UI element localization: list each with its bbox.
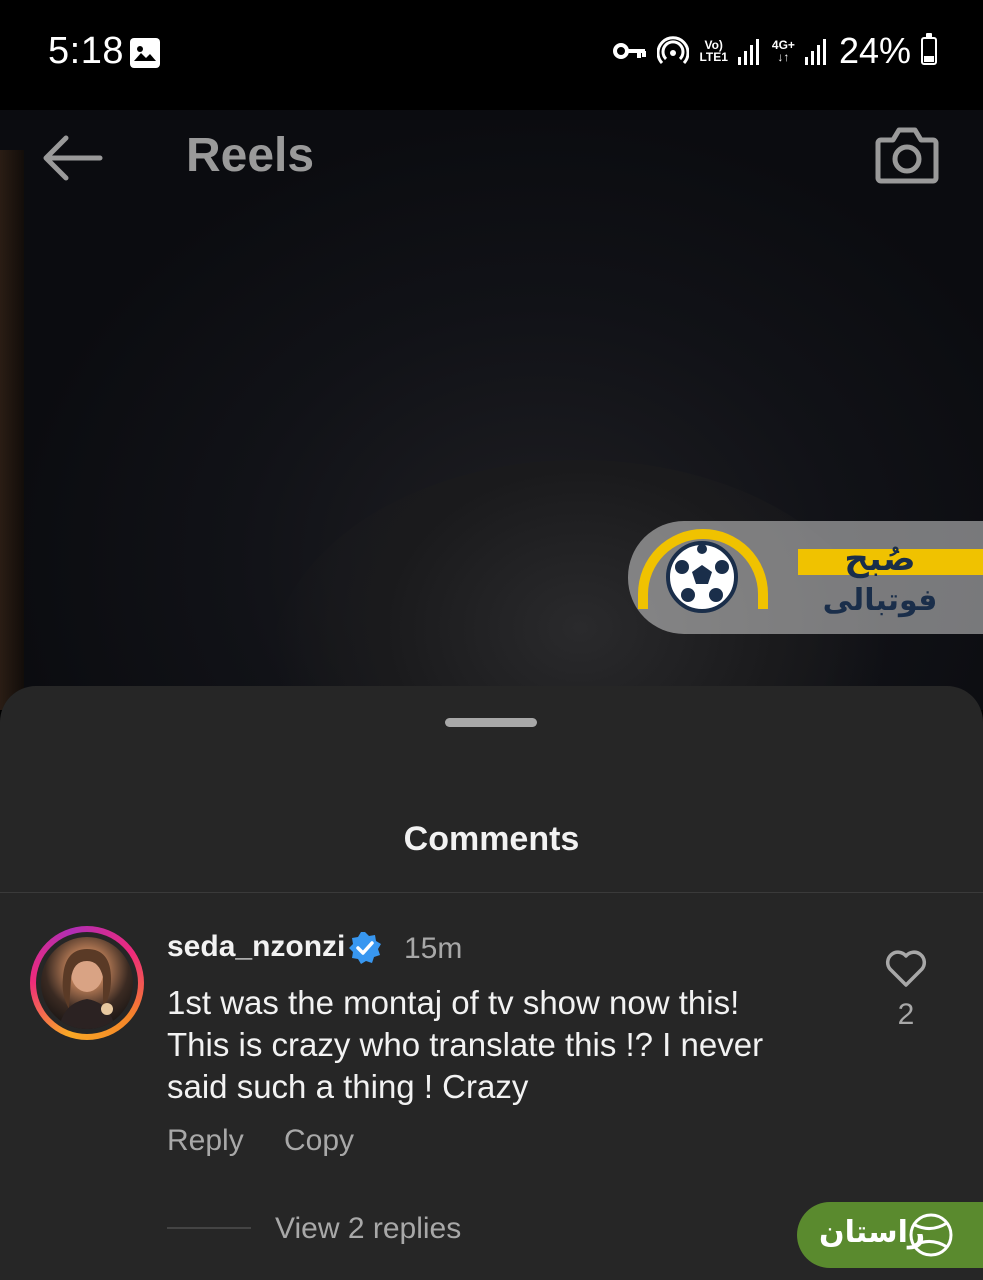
camera-button[interactable] (875, 124, 939, 184)
comment-line-3: said such a thing ! Crazy (167, 1068, 529, 1105)
reply-button[interactable]: Reply (167, 1124, 244, 1158)
comment-line-2: This is crazy who translate this !? I ne… (167, 1026, 764, 1063)
lte-label: Vo) LTE1 (699, 39, 727, 63)
channel-watermark: صُبح فوتبالی (628, 521, 983, 634)
battery-icon (921, 33, 937, 65)
back-button[interactable] (40, 134, 104, 182)
4g-label: 4G+ ↓↑ (772, 39, 795, 63)
signal-icon-2 (804, 39, 826, 65)
avatar[interactable] (30, 926, 144, 1040)
like-count: 2 (897, 998, 915, 1031)
page-title: Reels (186, 129, 315, 182)
replies-divider (167, 1227, 251, 1229)
4g-label-bottom: ↓↑ (777, 50, 790, 64)
battery-percent: 24% (838, 30, 911, 71)
key-icon (613, 43, 647, 59)
comment-time: 15m (404, 932, 463, 965)
drag-handle[interactable] (445, 718, 537, 727)
corner-watermark: راستان (797, 1202, 983, 1268)
soccer-ball-icon (666, 541, 738, 613)
sheet-title: Comments (403, 820, 580, 858)
watermark-line1: صُبح (844, 540, 916, 578)
hotspot-icon (657, 36, 690, 65)
status-icons: Vo) LTE1 4G+ ↓↑ 24% (613, 30, 937, 72)
tennis-ball-icon (909, 1213, 953, 1257)
comment-line-1: 1st was the montaj of tv show now this! (167, 984, 740, 1021)
copy-button[interactable]: Copy (284, 1124, 354, 1158)
comment-username[interactable]: seda_nzonzi (167, 930, 345, 964)
comment-text: 1st was the montaj of tv show now this! … (167, 982, 847, 1108)
back-arrow-icon (43, 135, 103, 181)
video-left-edge (0, 150, 24, 710)
image-icon (130, 38, 160, 68)
heart-icon[interactable] (884, 948, 928, 988)
view-replies-button[interactable]: View 2 replies (275, 1212, 461, 1246)
lte-label-bottom: LTE1 (699, 50, 728, 64)
divider (0, 892, 983, 893)
camera-icon (875, 127, 939, 184)
status-bar: 5:18 Vo) LTE1 4G+ ↓↑ 24% (0, 0, 983, 110)
status-time: 5:18 (48, 30, 124, 72)
watermark-line2: فوتبالی (822, 584, 938, 617)
verified-badge-icon (349, 932, 381, 964)
avatar-image (41, 937, 133, 1029)
reels-header: Reels (0, 110, 983, 200)
signal-icon (737, 39, 759, 65)
comments-sheet: Comments seda_nzonzi 15m 1st was the mon… (0, 686, 983, 1280)
